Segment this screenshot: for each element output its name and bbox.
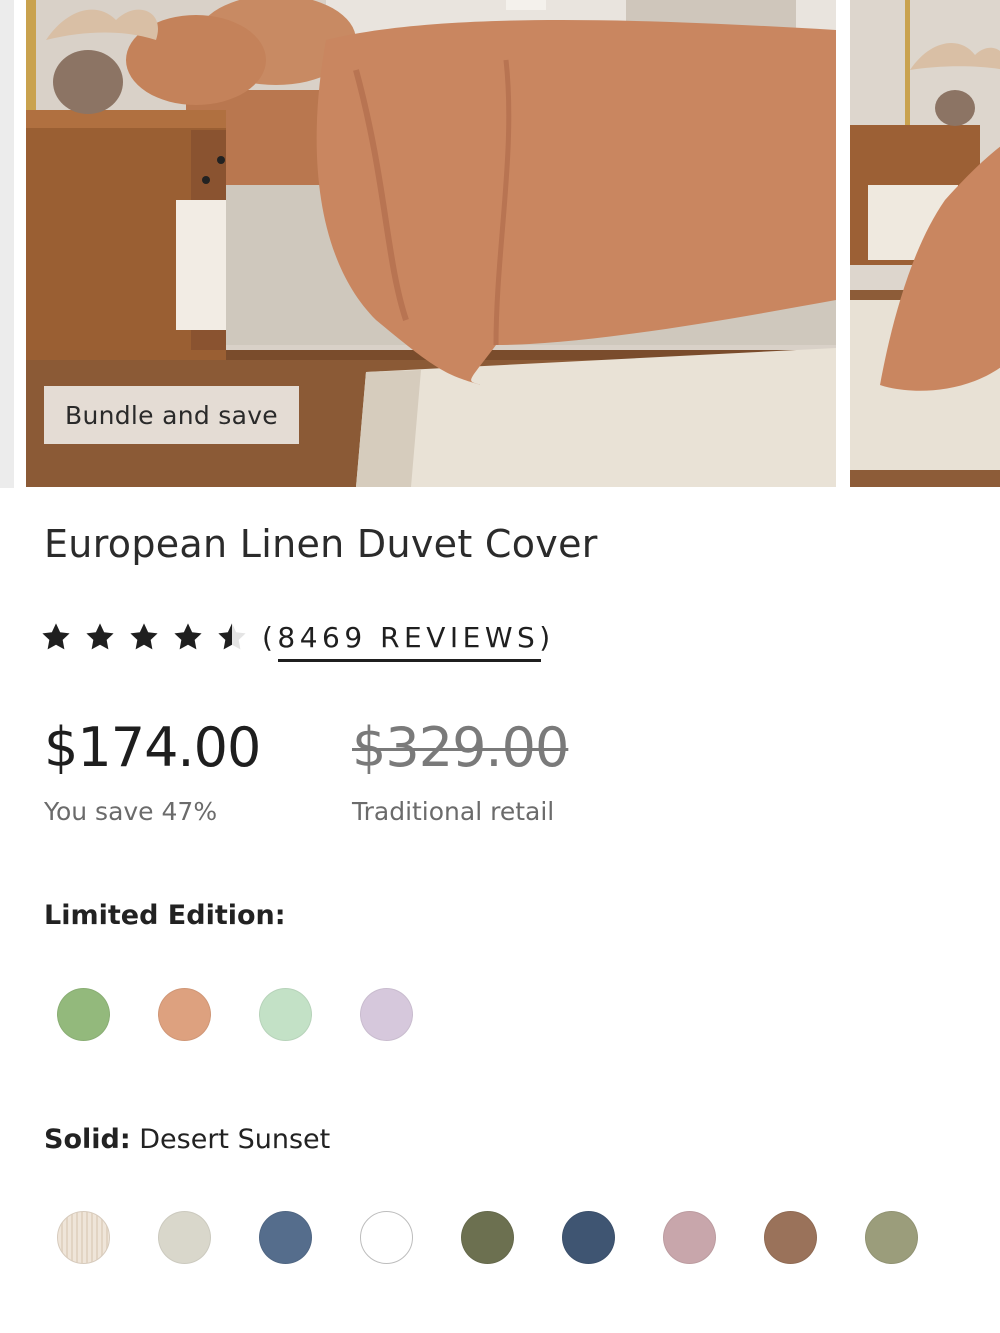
solid-color-swatch-9[interactable] <box>865 1211 918 1264</box>
solid-color-swatch-8[interactable] <box>764 1211 817 1264</box>
product-photo-next[interactable] <box>850 0 1000 487</box>
solid-label: Solid: <box>44 1124 131 1155</box>
limited-edition-swatches <box>57 988 461 1041</box>
solid-color-swatch-4[interactable] <box>360 1211 413 1264</box>
star-rating <box>40 621 248 653</box>
product-image-carousel[interactable]: Bundle and save <box>0 0 1000 488</box>
limited-edition-swatch-4[interactable] <box>360 988 413 1041</box>
badge-label: Bundle and save <box>65 400 278 430</box>
limited-edition-swatch-2[interactable] <box>158 988 211 1041</box>
solid-color-swatch-6[interactable] <box>562 1211 615 1264</box>
solid-color-swatch-3[interactable] <box>259 1211 312 1264</box>
star-icon-full <box>86 623 114 650</box>
solid-color-swatch-5[interactable] <box>461 1211 514 1264</box>
previous-slide-edge[interactable] <box>0 0 14 488</box>
limited-edition-label: Limited Edition: <box>44 900 286 931</box>
solid-swatches <box>57 1211 966 1264</box>
solid-color-swatch-2[interactable] <box>158 1211 211 1264</box>
limited-edition-swatch-1[interactable] <box>57 988 110 1041</box>
product-title: European Linen Duvet Cover <box>44 522 598 566</box>
limited-edition-swatch-3[interactable] <box>259 988 312 1041</box>
retail-price: $329.00 <box>352 716 569 779</box>
selected-color-name: Desert Sunset <box>139 1124 331 1155</box>
product-photo-main[interactable]: Bundle and save <box>26 0 836 487</box>
reviews-underline <box>278 658 541 662</box>
solid-color-swatch-1[interactable] <box>57 1211 110 1264</box>
solid-color-swatch-7[interactable] <box>663 1211 716 1264</box>
retail-label: Traditional retail <box>352 797 555 826</box>
reviews-count-label: (8469 REVIEWS) <box>262 620 555 654</box>
bundle-and-save-badge: Bundle and save <box>44 386 299 444</box>
solid-heading: Solid: Desert Sunset <box>44 1124 330 1155</box>
sale-price: $174.00 <box>44 716 261 779</box>
star-icon-full <box>130 623 158 650</box>
savings-text: You save 47% <box>44 797 218 826</box>
star-icon-full <box>42 623 70 650</box>
star-icon-half <box>218 623 246 650</box>
rating-row: (8469 REVIEWS) <box>40 612 555 662</box>
limited-edition-heading: Limited Edition: <box>44 900 286 931</box>
star-icon-full <box>174 623 202 650</box>
reviews-link[interactable]: (8469 REVIEWS) <box>262 620 555 662</box>
